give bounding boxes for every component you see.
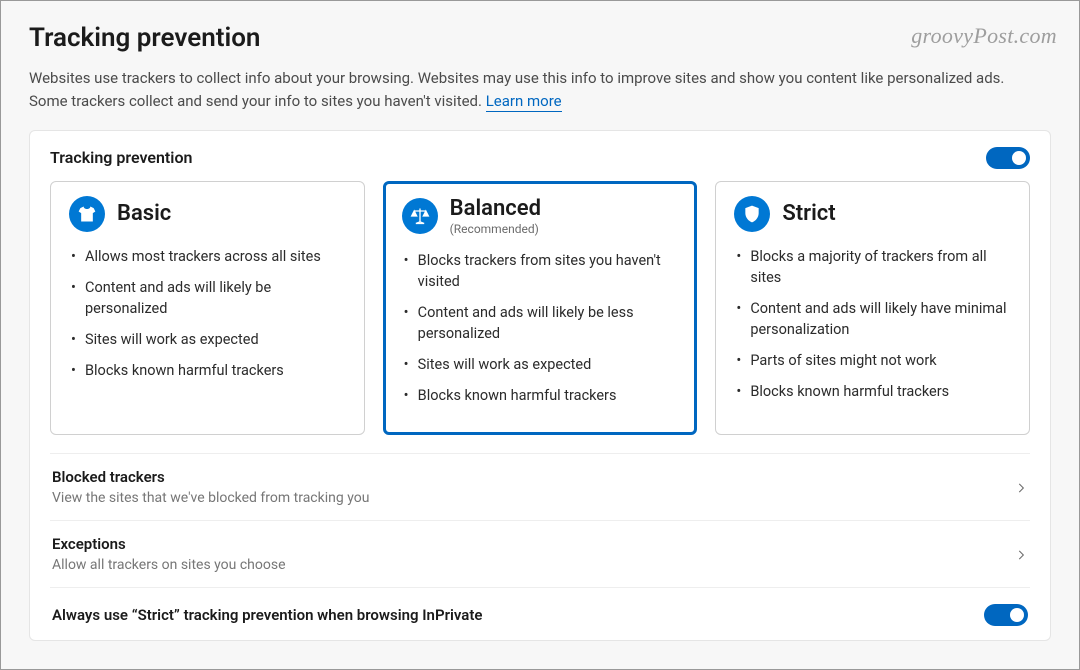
- blocked-trackers-row[interactable]: Blocked trackers View the sites that we'…: [50, 453, 1030, 520]
- list-item: Blocks trackers from sites you haven't v…: [402, 250, 679, 292]
- page-description: Websites use trackers to collect info ab…: [29, 67, 1029, 114]
- card-basic-header: Basic: [69, 196, 346, 232]
- inprivate-strict-title: Always use “Strict” tracking prevention …: [52, 606, 482, 624]
- list-item: Sites will work as expected: [69, 329, 346, 350]
- list-item: Blocks known harmful trackers: [69, 360, 346, 381]
- card-strict-header: Strict: [734, 196, 1011, 232]
- list-item: Content and ads will likely be personali…: [69, 277, 346, 319]
- exceptions-sub: Allow all trackers on sites you choose: [52, 557, 286, 573]
- scales-icon: [402, 198, 438, 234]
- list-item: Content and ads will likely be less pers…: [402, 302, 679, 344]
- chevron-right-icon: [1014, 480, 1028, 494]
- list-item: Blocks known harmful trackers: [402, 385, 679, 406]
- card-balanced[interactable]: Balanced (Recommended) Blocks trackers f…: [383, 181, 698, 435]
- watermark: groovyPost.com: [911, 23, 1057, 49]
- inprivate-strict-row: Always use “Strict” tracking prevention …: [50, 587, 1030, 640]
- list-item: Blocks known harmful trackers: [734, 381, 1011, 402]
- list-item: Allows most trackers across all sites: [69, 246, 346, 267]
- card-basic[interactable]: Basic Allows most trackers across all si…: [50, 181, 365, 435]
- chevron-right-icon: [1014, 547, 1028, 561]
- card-strict[interactable]: Strict Blocks a majority of trackers fro…: [715, 181, 1030, 435]
- card-balanced-header: Balanced (Recommended): [402, 196, 679, 236]
- list-item: Sites will work as expected: [402, 354, 679, 375]
- list-item: Parts of sites might not work: [734, 350, 1011, 371]
- tracking-prevention-toggle[interactable]: [986, 147, 1030, 169]
- blocked-trackers-sub: View the sites that we've blocked from t…: [52, 490, 369, 506]
- card-balanced-list: Blocks trackers from sites you haven't v…: [402, 250, 679, 406]
- exceptions-title: Exceptions: [52, 535, 286, 553]
- card-strict-title: Strict: [782, 201, 835, 226]
- inprivate-strict-toggle[interactable]: [984, 604, 1028, 626]
- shirt-icon: [69, 196, 105, 232]
- settings-frame: groovyPost.com Tracking prevention Websi…: [0, 0, 1080, 670]
- card-basic-list: Allows most trackers across all sites Co…: [69, 246, 346, 381]
- card-strict-list: Blocks a majority of trackers from all s…: [734, 246, 1011, 402]
- blocked-trackers-title: Blocked trackers: [52, 468, 369, 486]
- level-cards: Basic Allows most trackers across all si…: [50, 181, 1030, 435]
- learn-more-link[interactable]: Learn more: [486, 92, 562, 112]
- list-item: Blocks a majority of trackers from all s…: [734, 246, 1011, 288]
- page-title: Tracking prevention: [29, 23, 1051, 53]
- panel-header-row: Tracking prevention: [50, 147, 1030, 169]
- card-balanced-title: Balanced: [450, 196, 541, 221]
- card-balanced-subtitle: (Recommended): [450, 222, 541, 236]
- list-item: Content and ads will likely have minimal…: [734, 298, 1011, 340]
- tracking-prevention-panel: Tracking prevention Basic Allows most tr…: [29, 130, 1051, 641]
- exceptions-row[interactable]: Exceptions Allow all trackers on sites y…: [50, 520, 1030, 587]
- shield-icon: [734, 196, 770, 232]
- card-basic-title: Basic: [117, 201, 171, 226]
- panel-header: Tracking prevention: [50, 148, 192, 167]
